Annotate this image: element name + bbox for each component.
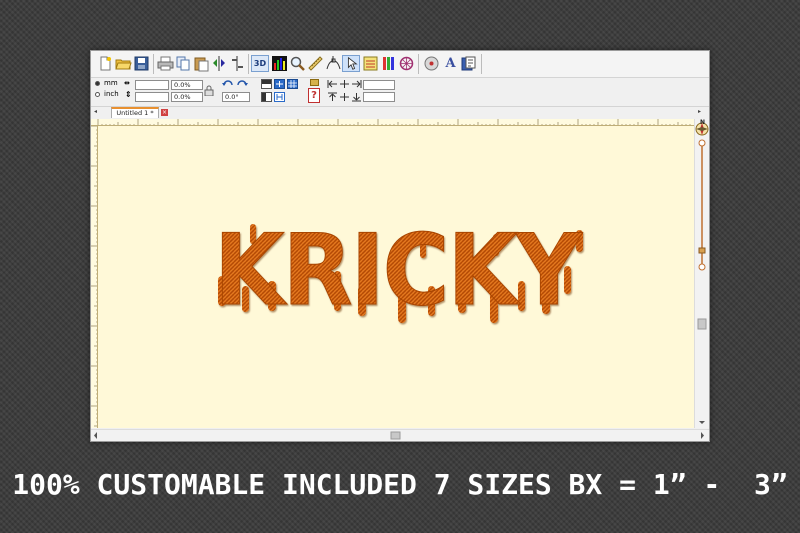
node-edit-icon[interactable] [325,55,342,72]
editor-window: 3D A mm inch ⇹ 0.0% ⇕ 0.0% 0.0° ? ◂ Unti… [90,50,710,442]
main-toolbar: 3D A [91,51,709,78]
zoom-slider[interactable] [698,139,706,271]
align-center-h-icon[interactable] [339,79,350,89]
vertical-scrollbar[interactable]: N [694,119,709,428]
scroll-down-arrow-icon[interactable] [699,421,705,424]
tab-scroll-left-icon[interactable]: ◂ [94,108,97,115]
height-percent-field[interactable]: 0.0% [171,92,203,102]
position-x-field[interactable] [363,80,395,90]
promo-caption: 100% CUSTOMABLE INCLUDED 7 SIZES BX = 1”… [12,468,788,501]
select-icon [347,56,358,70]
design-text: KRICKY [214,214,583,328]
text-tool-icon[interactable]: A [442,55,459,72]
unit-mm-radio[interactable] [95,81,100,86]
align-bottom-edge-icon[interactable] [351,92,362,102]
wreath-icon[interactable] [398,55,415,72]
trace-icon[interactable] [460,55,477,72]
unit-inch-radio[interactable] [95,92,100,97]
align-center-v-icon[interactable] [339,92,350,102]
toolbar-separator [248,54,249,74]
horizontal-scroll-thumb[interactable] [390,431,401,440]
position-y-field[interactable] [363,92,395,102]
toolbar-separator [153,54,154,74]
align-top-edge-icon[interactable] [327,92,338,102]
design-canvas[interactable]: KRICKY [98,126,694,428]
document-tabbar: ◂ Untitled 1 * × ▸ [91,107,709,118]
scroll-left-arrow-icon[interactable] [94,432,97,439]
print-icon[interactable] [157,55,174,72]
scroll-right-arrow-icon[interactable] [701,432,704,439]
rotate-right-icon[interactable] [236,79,248,89]
expand-icon[interactable] [274,79,285,89]
save-icon[interactable] [133,55,150,72]
stitch-order-icon[interactable] [362,55,379,72]
mirror-horizontal-icon[interactable] [211,55,228,72]
zoom-icon[interactable] [289,55,306,72]
measure-icon[interactable] [307,55,324,72]
paste-icon[interactable] [193,55,210,72]
distribute-icon[interactable] [274,92,285,102]
grid-icon[interactable] [287,79,298,89]
align-left-icon[interactable] [261,92,272,102]
vertical-ruler [91,126,98,428]
width-percent-field[interactable]: 0.0% [171,80,203,90]
color-change-icon[interactable] [380,55,397,72]
horizontal-scrollbar[interactable] [91,429,709,441]
color-palette-icon[interactable] [271,55,288,72]
width-field[interactable] [135,80,169,90]
copy-icon[interactable] [175,55,192,72]
unit-mm-label: mm [104,79,118,87]
tab-scroll-right-icon[interactable]: ▸ [698,108,701,115]
lock-ratio-icon[interactable] [204,85,214,96]
rotation-field[interactable]: 0.0° [222,92,250,102]
spool-icon [310,79,319,86]
tab-untitled[interactable]: Untitled 1 * [111,107,159,118]
compass-north-label: N [700,119,706,126]
width-arrow-icon: ⇹ [124,79,130,87]
height-field[interactable] [135,92,169,102]
height-arrow-icon: ⇕ [125,90,132,99]
align-left-edge-icon[interactable] [327,79,338,89]
toolbar-separator [418,54,419,74]
vertical-scroll-thumb[interactable] [697,318,707,330]
unit-inch-label: inch [104,90,119,98]
align-right-edge-icon[interactable] [351,79,362,89]
select-tool-active[interactable] [342,55,360,72]
toolbar-separator [481,54,482,74]
zoom-slider-thumb[interactable] [698,247,706,254]
needle-tool[interactable]: ? [307,79,320,103]
3d-view-icon[interactable]: 3D [251,55,269,72]
property-toolbar: mm inch ⇹ 0.0% ⇕ 0.0% 0.0° ? [91,78,709,107]
embroidery-design[interactable]: KRICKY [214,214,586,329]
new-file-icon[interactable] [97,55,114,72]
tab-close-icon[interactable]: × [161,109,168,116]
disk-icon[interactable] [423,55,440,72]
align-top-icon[interactable] [261,79,272,89]
rotate-left-icon[interactable] [222,79,234,89]
horizontal-ruler [91,119,694,126]
mirror-vertical-icon[interactable] [229,55,246,72]
open-folder-icon[interactable] [115,55,132,72]
help-question-icon: ? [308,88,320,103]
